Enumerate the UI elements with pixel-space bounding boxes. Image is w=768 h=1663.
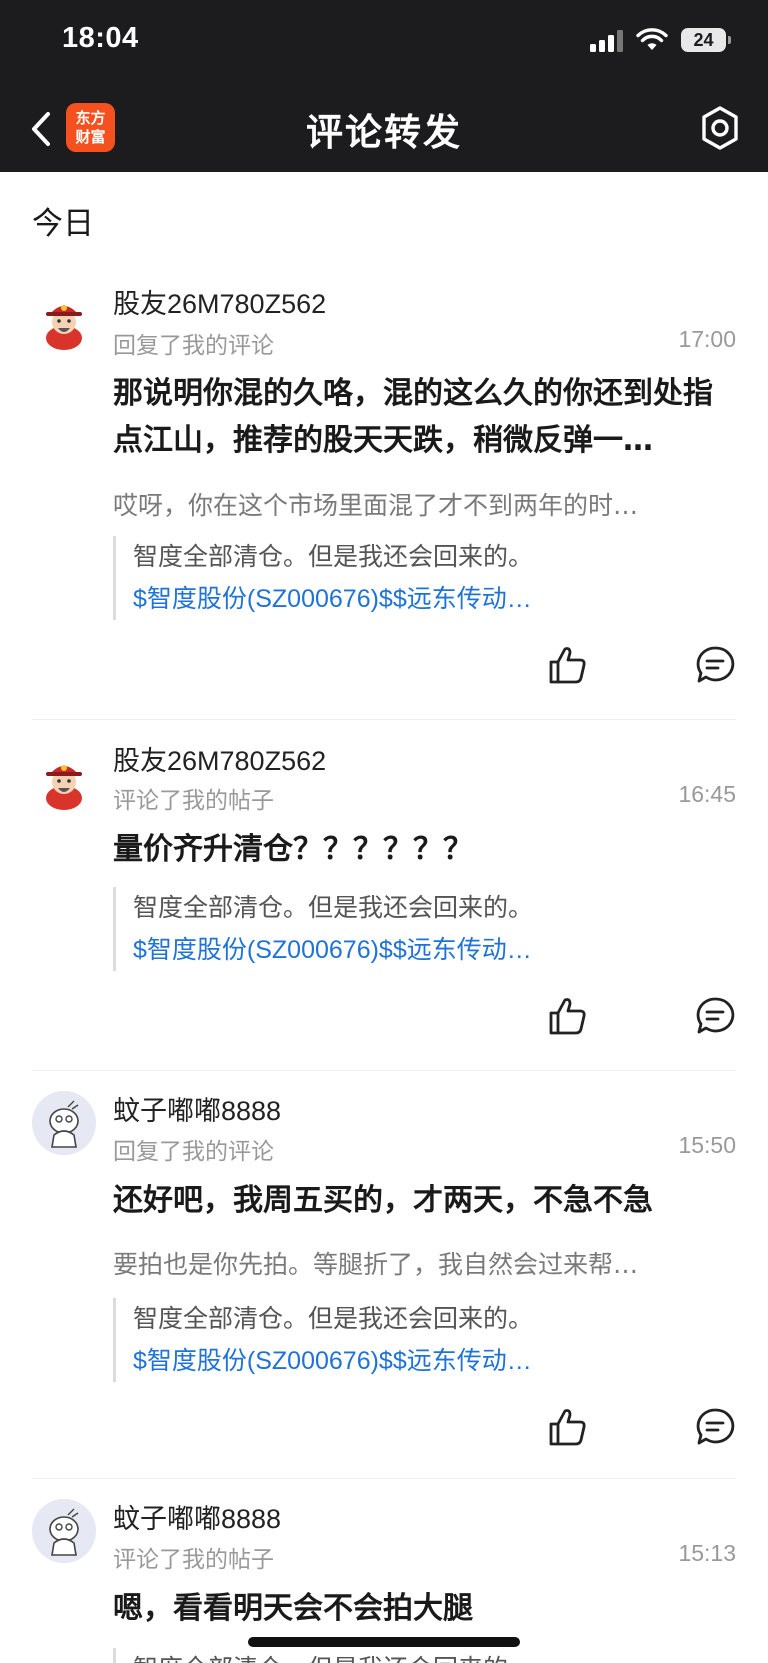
section-title-today: 今日: [32, 206, 94, 242]
quoted-post[interactable]: 智度全部清仓。但是我还会回来的。 $智度股份(SZ000676)$$远东传动…: [113, 887, 613, 971]
reply-text: 那说明你混的久咯，混的这么久的你还到处指点江山，推荐的股天天跌，稍微反弹一…: [113, 376, 713, 458]
notification-item[interactable]: 股友26M780Z562 回复了我的评论 17:00 那说明你混的久咯，混的这么…: [0, 270, 768, 720]
wifi-icon: [636, 28, 668, 50]
reply-content[interactable]: 嗯，看看明天会不会拍大腿: [113, 1585, 741, 1632]
original-comment: 哎呀，你在这个市场里面混了才不到两年的时…: [113, 491, 639, 520]
divider: [32, 719, 736, 720]
like-icon[interactable]: [547, 995, 589, 1037]
user-name[interactable]: 蚊子嘟嘟8888: [113, 1089, 281, 1128]
timestamp: 16:45: [678, 781, 736, 807]
reply-content[interactable]: 那说明你混的久咯，混的这么久的你还到处指点江山，推荐的股天天跌，稍微反弹一…: [113, 370, 741, 464]
quoted-post[interactable]: 智度全部清仓。但是我还会回来的。 $智度股份(SZ000676)$$远东传动…: [113, 536, 613, 620]
user-name[interactable]: 股友26M780Z562: [113, 282, 326, 321]
user-name[interactable]: 蚊子嘟嘟8888: [113, 1497, 281, 1536]
user-name[interactable]: 股友26M780Z562: [113, 739, 326, 778]
timestamp: 15:50: [678, 1132, 736, 1158]
divider: [32, 1070, 736, 1071]
status-time: 18:04: [62, 22, 139, 54]
quoted-post-text: 智度全部清仓。但是我还会回来的。: [133, 1648, 613, 1663]
reply-text: 量价齐升清仓？？？？？？: [113, 832, 473, 867]
signal-icon: [590, 30, 626, 52]
quoted-post[interactable]: 智度全部清仓。但是我还会回来的。: [113, 1648, 613, 1663]
avatar[interactable]: [32, 1499, 96, 1563]
timestamp: 15:13: [678, 1540, 736, 1566]
reply-content[interactable]: 量价齐升清仓？？？？？？: [113, 826, 741, 873]
divider: [32, 1478, 736, 1479]
avatar[interactable]: [32, 1091, 96, 1155]
reply-content[interactable]: 还好吧，我周五买的，才两天，不急不急: [113, 1177, 741, 1224]
settings-icon[interactable]: [696, 104, 744, 152]
home-indicator: [248, 1637, 520, 1647]
action-text: 回复了我的评论: [113, 333, 274, 359]
reply-text: 嗯，看看明天会不会拍大腿: [113, 1591, 473, 1626]
battery-icon: 24: [681, 28, 731, 52]
avatar[interactable]: [32, 750, 96, 814]
like-icon[interactable]: [547, 1406, 589, 1448]
like-icon[interactable]: [547, 644, 589, 686]
avatar[interactable]: [32, 290, 96, 354]
reply-text: 还好吧，我周五买的，才两天，不急不急: [113, 1183, 653, 1218]
comment-icon[interactable]: [694, 644, 736, 686]
quoted-post[interactable]: 智度全部清仓。但是我还会回来的。 $智度股份(SZ000676)$$远东传动…: [113, 1298, 613, 1382]
timestamp: 17:00: [678, 326, 736, 352]
quoted-post-text: 智度全部清仓。但是我还会回来的。: [133, 1304, 534, 1333]
comment-icon[interactable]: [694, 995, 736, 1037]
quoted-post-text: 智度全部清仓。但是我还会回来的。: [133, 542, 534, 571]
comment-icon[interactable]: [694, 1406, 736, 1448]
action-text: 回复了我的评论: [113, 1139, 274, 1165]
notification-item[interactable]: 蚊子嘟嘟8888 回复了我的评论 15:50 还好吧，我周五买的，才两天，不急不…: [0, 1082, 768, 1477]
nav-bar: 东方 财富 评论转发: [0, 86, 768, 172]
action-text: 评论了我的帖子: [113, 1547, 274, 1573]
original-comment: 要拍也是你先拍。等腿折了，我自然会过来帮…: [113, 1250, 639, 1279]
stock-link[interactable]: $智度股份(SZ000676)$$远东传动…: [133, 1340, 613, 1382]
status-bar: 18:04 24: [0, 0, 768, 86]
action-text: 评论了我的帖子: [113, 788, 274, 814]
stock-link[interactable]: $智度股份(SZ000676)$$远东传动…: [133, 929, 613, 971]
notification-item[interactable]: 股友26M780Z562 评论了我的帖子 16:45 量价齐升清仓？？？？？？ …: [0, 730, 768, 1070]
quoted-post-text: 智度全部清仓。但是我还会回来的。: [133, 893, 534, 922]
stock-link[interactable]: $智度股份(SZ000676)$$远东传动…: [133, 578, 613, 620]
page-title: 评论转发: [306, 111, 462, 154]
